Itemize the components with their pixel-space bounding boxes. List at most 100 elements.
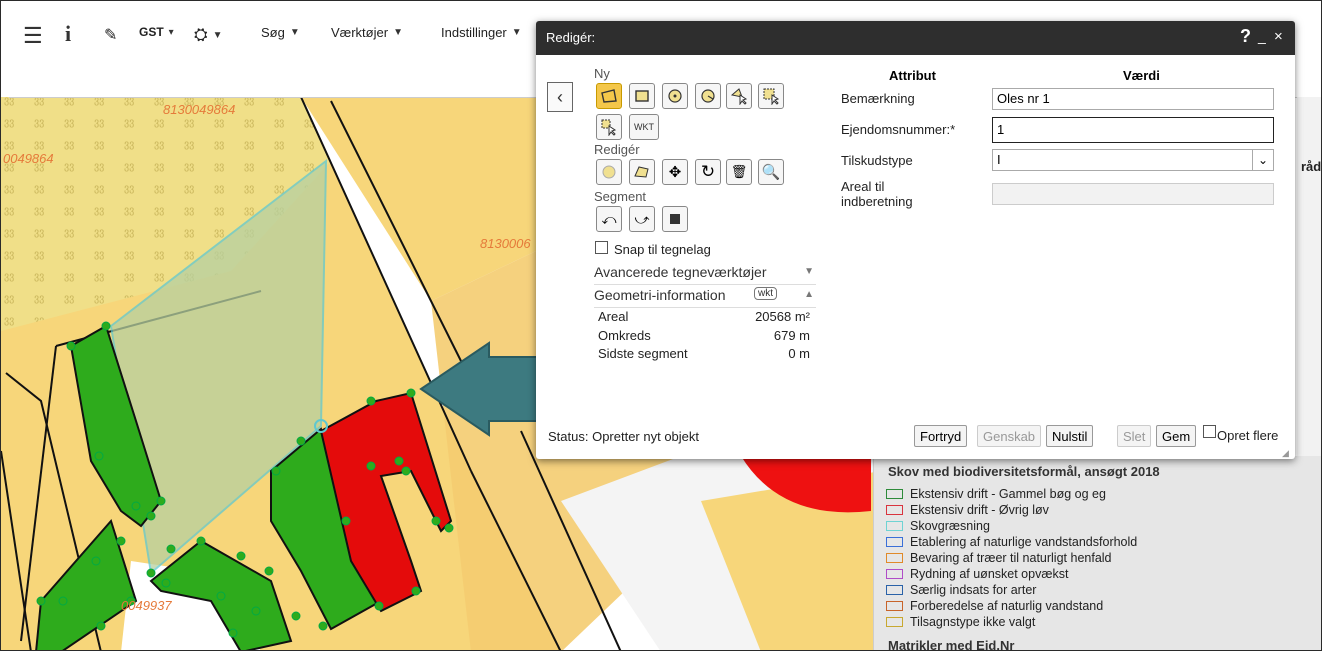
swatch [886, 601, 903, 611]
swatch [886, 489, 903, 499]
legend-heading: Skov med biodiversitetsformål, ansøgt 20… [888, 464, 1160, 479]
section-edit: Redigér [594, 142, 640, 157]
bemaerkning-label: Bemærkning [841, 91, 915, 106]
info-button[interactable]: i [65, 21, 71, 47]
status-text: Status: Opretter nyt objekt [548, 429, 700, 444]
chevron-down-icon: ▼ [212, 29, 223, 41]
draw-radius-button[interactable] [695, 83, 721, 109]
swatch [886, 537, 903, 547]
ejendom-field[interactable]: 1 [992, 117, 1274, 143]
areal-label: Areal til indberetning [841, 179, 913, 209]
swatch [886, 521, 903, 531]
section-new: Ny [594, 66, 610, 81]
draw-circle-button[interactable] [662, 83, 688, 109]
menu-button[interactable]: ☰ [23, 23, 43, 49]
swatch [886, 553, 903, 563]
brush-icon[interactable]: ✎ [104, 25, 117, 45]
search-menu-label: Søg [261, 25, 285, 40]
resize-grip-icon[interactable]: ◢ [1282, 448, 1289, 459]
geometry-info-toggle[interactable]: Geometri-information wkt ▲ [594, 287, 816, 308]
move-icon: ✥ [668, 164, 682, 181]
delete-feature-button[interactable]: 🗑 [726, 159, 752, 185]
edit-circle-button[interactable] [596, 159, 622, 185]
tools-menu[interactable]: Værktøjer ▼ [331, 25, 403, 40]
chevron-down-icon: ▾ [168, 26, 174, 38]
legend-item: Ekstensiv drift - Gammel bøg og eg [886, 487, 1106, 501]
snap-label: Snap til tegnelag [614, 242, 711, 257]
layers-icon: ⛭ [194, 25, 208, 44]
attribute-header: Attribut [889, 68, 936, 83]
gst-menu[interactable]: GST ▾ [139, 25, 174, 39]
wkt-button[interactable]: WKT [629, 114, 659, 140]
settings-menu[interactable]: Indstillinger ▼ [441, 25, 522, 40]
geometry-wkt-badge[interactable]: wkt [754, 287, 777, 300]
edit-vertices-button[interactable] [629, 159, 655, 185]
undo-button[interactable]: Fortryd [914, 425, 968, 447]
circle-icon [668, 89, 682, 103]
bemaerkning-field[interactable]: Oles nr 1 [992, 88, 1274, 110]
segment-curve-left-button[interactable]: ⤺ [596, 206, 622, 232]
tilskud-value: I [997, 152, 1001, 167]
right-side-panel: råd [1297, 97, 1322, 457]
vertex-cursor-icon [601, 119, 617, 136]
save-button[interactable]: Gem [1156, 425, 1197, 447]
create-more-checkbox[interactable] [1203, 425, 1216, 438]
legend-item: Bevaring af træer til naturligt henfald [886, 551, 1112, 565]
rotate-icon: ↻ [700, 162, 716, 181]
legend-panel: Skov med biodiversitetsformål, ansøgt 20… [873, 456, 1321, 651]
close-icon[interactable]: × [1274, 28, 1283, 45]
zoom-to-button[interactable]: 🔍 [758, 159, 784, 185]
create-more-label: Opret flere [1217, 428, 1279, 443]
map-parcel-label: 0049864 [3, 151, 54, 166]
rotate-button[interactable]: ↻ [695, 159, 721, 185]
minimize-icon[interactable]: _ [1258, 28, 1266, 44]
app-window: ვვ [0, 0, 1322, 651]
chevron-down-icon: ▼ [393, 27, 403, 38]
edit-shape-icon [634, 166, 649, 178]
draw-polygon-button[interactable] [596, 83, 622, 109]
dialog-titlebar[interactable]: Redigér: ? _ × [536, 21, 1295, 55]
geometry-row: Sidste segment 0 m [598, 346, 810, 361]
chevron-down-icon: ⌄ [1252, 150, 1273, 170]
trash-icon: 🗑 [730, 164, 748, 179]
geometry-info-label: Geometri-information [594, 287, 726, 303]
zoom-icon: 🔍 [761, 164, 781, 181]
help-icon[interactable]: ? [1240, 26, 1251, 47]
chevron-down-icon: ▼ [289, 27, 300, 38]
select-feature-button[interactable] [726, 83, 752, 109]
segment-curve-right-button[interactable]: ⤻ [629, 206, 655, 232]
redo-button[interactable]: Genskab [977, 425, 1042, 447]
value-header: Værdi [1123, 68, 1160, 83]
snap-checkbox[interactable] [595, 241, 608, 254]
reset-button[interactable]: Nulstil [1046, 425, 1094, 447]
copy-feature-button[interactable] [758, 83, 784, 109]
swatch [886, 505, 903, 515]
draw-rectangle-button[interactable] [629, 83, 655, 109]
legend-heading: Matrikler med Eid.Nr [888, 638, 1015, 651]
tools-menu-label: Værktøjer [331, 25, 389, 40]
advanced-tools-toggle[interactable]: Avancerede tegneværktøjer ▼ [594, 264, 816, 285]
legend-item: Ekstensiv drift - Øvrig løv [886, 503, 1049, 517]
search-menu[interactable]: Søg ▼ [261, 25, 300, 40]
chevron-up-icon: ▲ [804, 289, 814, 300]
side-panel-text: råd [1301, 159, 1322, 174]
chevron-down-icon: ▼ [804, 266, 814, 277]
rectangle-icon [635, 90, 649, 102]
select-vertex-button[interactable] [596, 114, 622, 140]
curve-right-icon: ⤻ [634, 210, 650, 227]
layers-menu[interactable]: ⛭ ▼ [194, 25, 223, 45]
segment-stop-button[interactable] [662, 206, 688, 232]
legend-item: Forberedelse af naturlig vandstand [886, 599, 1103, 613]
tilskud-select[interactable]: I ⌄ [992, 149, 1274, 171]
legend-item: Rydning af uønsket opvækst [886, 567, 1068, 581]
radius-icon [701, 89, 715, 103]
legend-item: Etablering af naturlige vandstandsforhol… [886, 535, 1137, 549]
advanced-tools-label: Avancerede tegneværktøjer [594, 264, 767, 280]
legend-item: Tilsagnstype ikke valgt [886, 615, 1035, 629]
back-button[interactable]: ‹ [547, 82, 573, 112]
curve-left-icon: ⤺ [601, 210, 617, 227]
delete-button[interactable]: Slet [1117, 425, 1152, 447]
move-button[interactable]: ✥ [662, 159, 688, 185]
section-segment: Segment [594, 189, 647, 204]
ejendom-label: Ejendomsnummer:* [841, 122, 956, 137]
